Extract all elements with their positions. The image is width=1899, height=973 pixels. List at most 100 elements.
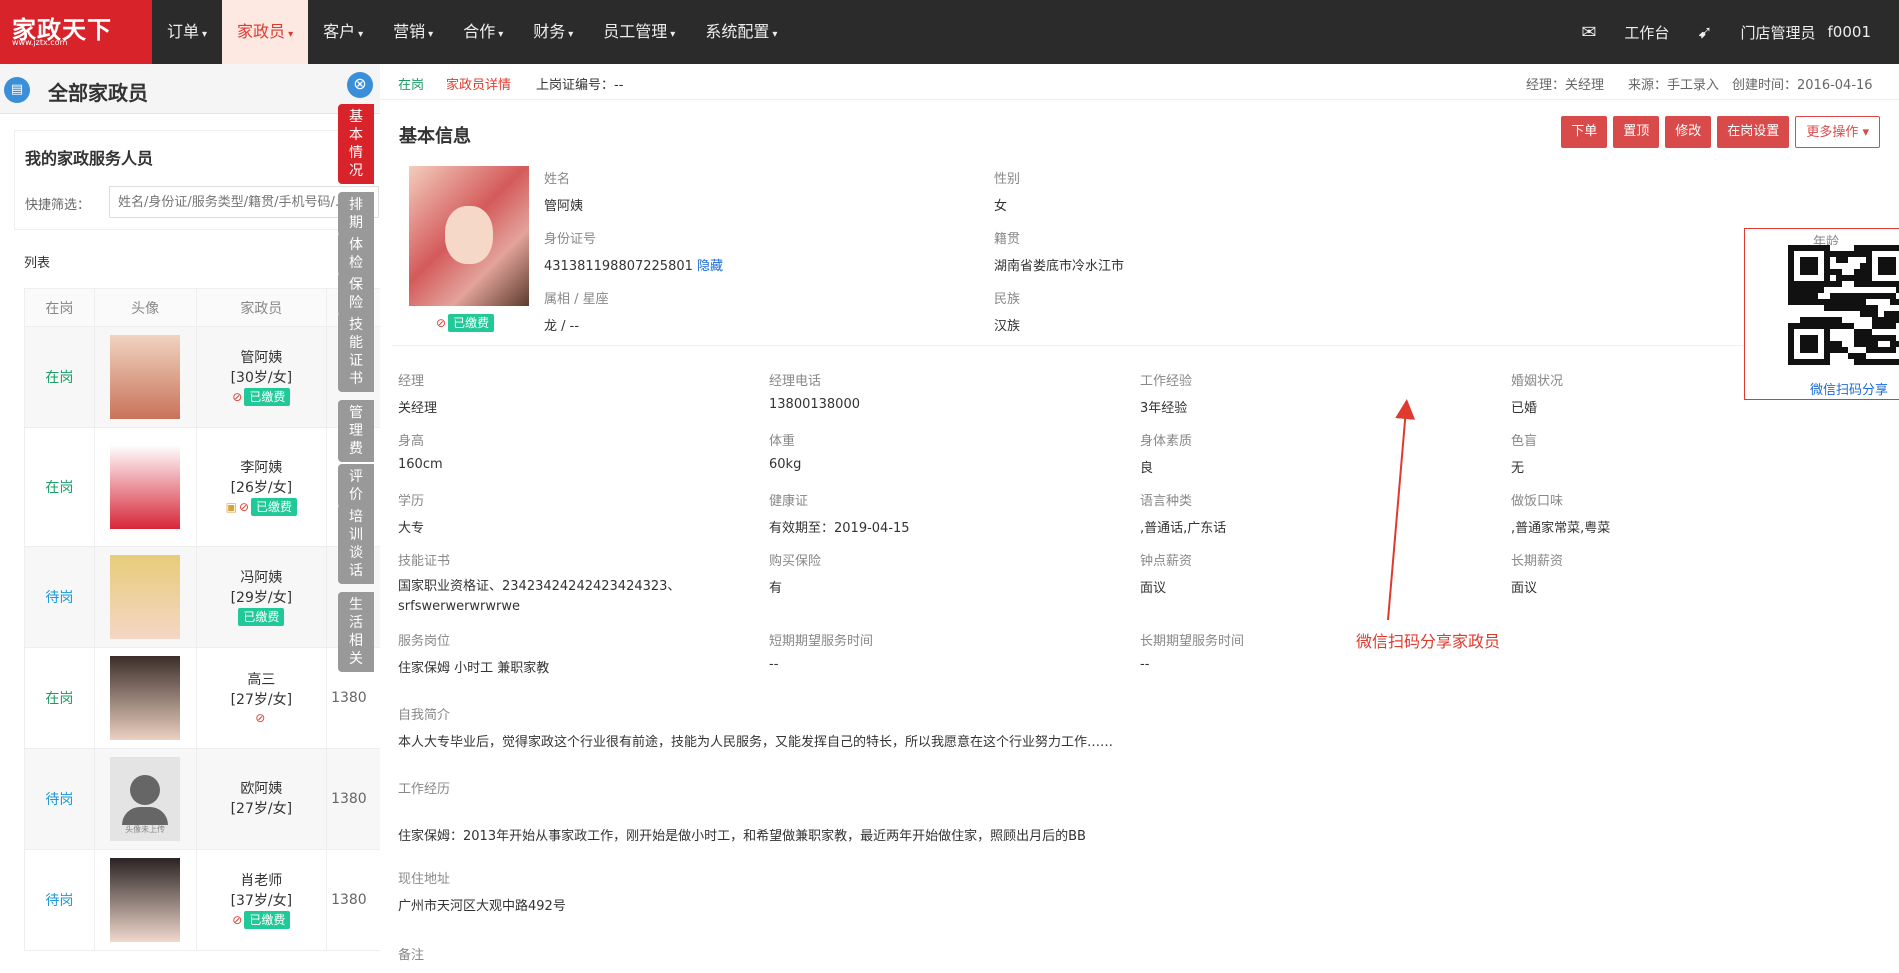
field-long-time: 长期期望服务时间 -- — [1140, 634, 1245, 672]
workbench-link[interactable]: 工作台 — [1624, 22, 1669, 43]
crumb-status[interactable]: 在岗 — [398, 74, 424, 93]
avatar[interactable] — [110, 555, 181, 639]
duty-settings-button[interactable]: 在岗设置 — [1717, 116, 1790, 148]
row-info: [26岁/女] — [230, 480, 293, 496]
close-icon[interactable]: ⊗ — [347, 72, 373, 98]
pin-top-button[interactable]: 置顶 — [1613, 116, 1660, 148]
tab-0[interactable]: 基本情况 — [338, 104, 374, 184]
row-name[interactable]: 肖老师 — [197, 871, 326, 891]
table-header: 在岗 头像 家政员 — [24, 288, 385, 327]
menu-settings[interactable]: 系统配置 ▾ — [690, 0, 792, 64]
tab-6[interactable]: 评价 — [338, 464, 374, 508]
avatar[interactable] — [110, 445, 181, 529]
filter-label: 快捷筛选： — [25, 198, 91, 213]
crumb-detail[interactable]: 家政员详情 — [446, 74, 511, 93]
crumb-manager: 经理：关经理 — [1526, 78, 1605, 93]
row-name[interactable]: 欧阿姨 — [197, 779, 326, 799]
avatar[interactable] — [110, 858, 181, 942]
field-long-salary: 长期薪资 面议 — [1511, 554, 1564, 596]
brand-url: www.jztx.com — [12, 38, 68, 47]
row-name[interactable]: 冯阿姨 — [197, 568, 326, 588]
user-id[interactable]: f0001 — [1828, 23, 1871, 41]
brand-logo[interactable]: 家政天下 www.jztx.com — [0, 0, 152, 64]
tab-4[interactable]: 技能证书 — [338, 312, 374, 392]
avatar[interactable] — [110, 656, 181, 740]
nav-right: ✉ 工作台 ➹ 门店管理员 f0001 — [1581, 0, 1899, 64]
menu-staff[interactable]: 员工管理 ▾ — [588, 0, 690, 64]
tab-1[interactable]: 排期 — [338, 192, 374, 236]
filter-box: 我的家政服务人员 快捷筛选： — [14, 130, 379, 230]
field-colorblind: 色盲无 — [1511, 434, 1538, 476]
avatar-missing-text: 头像未上传 — [125, 825, 166, 834]
table-row[interactable]: 在岗 高三 [27岁/女] ⊘ 1380 — [24, 647, 385, 749]
tab-3[interactable]: 保险 — [338, 272, 374, 316]
action-buttons: 下单 置顶 修改 在岗设置 更多操作 ▾ — [1555, 116, 1880, 148]
row-name[interactable]: 管阿姨 — [197, 348, 326, 368]
tab-2[interactable]: 体检 — [338, 232, 374, 276]
caret-down-icon: ▾ — [498, 29, 504, 40]
edit-button[interactable]: 修改 — [1665, 116, 1712, 148]
tab-7[interactable]: 培训谈话 — [338, 504, 374, 584]
row-info: [27岁/女] — [230, 692, 293, 708]
fee-badge: 已缴费 — [251, 498, 298, 516]
list-label: 列表 — [24, 256, 51, 271]
row-name[interactable]: 高三 — [197, 670, 326, 690]
section-title: 我的家政服务人员 — [25, 149, 154, 168]
qr-code[interactable] — [1788, 245, 1899, 365]
tab-5[interactable]: 管理费 — [338, 400, 374, 462]
field-service-post: 服务岗位 住家保姆 小时工 兼职家教 — [398, 634, 550, 676]
more-actions-button[interactable]: 更多操作 ▾ — [1795, 116, 1880, 148]
section-title: 基本信息 — [399, 126, 471, 147]
wechat-share-link[interactable]: 微信扫码分享 — [1745, 379, 1899, 398]
field-hourly-salary: 钟点薪资 面议 — [1140, 554, 1193, 596]
field-health: 身体素质良 — [1140, 434, 1193, 476]
menu-cooperation[interactable]: 合作 ▾ — [448, 0, 518, 64]
no-entry-icon: ⊘ — [232, 913, 243, 927]
row-name[interactable]: 李阿姨 — [197, 458, 326, 478]
col-status: 在岗 — [24, 288, 95, 327]
caret-down-icon: ▾ — [202, 29, 208, 40]
row-info: [37岁/女] — [230, 893, 293, 909]
user-role[interactable]: 门店管理员 — [1741, 22, 1816, 43]
avatar[interactable] — [110, 335, 181, 419]
field-gender: 性别女 — [994, 172, 1021, 214]
col-name: 家政员 — [195, 288, 328, 327]
no-entry-icon: ⊘ — [238, 500, 250, 514]
mail-icon[interactable]: ✉ — [1581, 22, 1596, 43]
col-avatar: 头像 — [93, 288, 197, 327]
order-button[interactable]: 下单 — [1561, 116, 1608, 148]
qr-share-box[interactable]: 年龄 微信扫码分享 — [1744, 228, 1899, 400]
menu-marketing[interactable]: 营销 ▾ — [378, 0, 448, 64]
table-row[interactable]: 待岗 冯阿姨 [29岁/女] 已缴费 — [24, 546, 385, 648]
page-title: 全部家政员 — [48, 81, 148, 105]
hide-id-link[interactable]: 隐藏 — [697, 259, 723, 274]
no-entry-icon: ⊘ — [436, 316, 447, 330]
table-row[interactable]: 在岗 李阿姨 [26岁/女] ▣ ⊘ 已缴费 — [24, 427, 385, 547]
left-panel: ▤ 全部家政员 我的家政服务人员 快捷筛选： 列表 在岗 头像 家政员 在岗 管… — [0, 64, 385, 973]
caret-down-icon: ▾ — [1862, 125, 1869, 140]
menu-housekeepers[interactable]: 家政员 ▾ — [222, 0, 309, 64]
top-navbar: 家政天下 www.jztx.com 订单 ▾ 家政员 ▾ 客户 ▾ 营销 ▾ 合作 ▾ 财… — [0, 0, 1899, 64]
field-zodiac: 属相 / 星座龙 / -- — [544, 292, 609, 334]
field-insurance: 购买保险有 — [769, 554, 822, 596]
send-icon[interactable]: ➹ — [1697, 22, 1712, 43]
menu-finance[interactable]: 财务 ▾ — [518, 0, 588, 64]
crumb-created: 创建时间：2016-04-16 — [1732, 78, 1873, 93]
field-intro: 自我简介 本人大专毕业后，觉得家政这个行业很有前途，技能为人民服务，又能发挥自己的… — [398, 708, 1114, 750]
row-status: 待岗 — [24, 849, 95, 951]
table-row[interactable]: 待岗 头像未上传 欧阿姨 [27岁/女] 1380 — [24, 748, 385, 850]
profile-photo[interactable] — [409, 166, 529, 306]
housekeeper-table: 在岗 头像 家政员 在岗 管阿姨 [30岁/女] ⊘ 已缴费 在岗 李阿姨 [26岁/女… — [24, 288, 385, 951]
table-row[interactable]: 在岗 管阿姨 [30岁/女] ⊘ 已缴费 — [24, 326, 385, 428]
row-status: 在岗 — [24, 647, 95, 749]
menu-orders[interactable]: 订单 ▾ — [152, 0, 222, 64]
menu-customers[interactable]: 客户 ▾ — [308, 0, 378, 64]
table-row[interactable]: 待岗 肖老师 [37岁/女] ⊘ 已缴费 1380 — [24, 849, 385, 951]
no-entry-icon: ⊘ — [232, 390, 243, 404]
caret-down-icon: ▾ — [772, 29, 778, 40]
field-name: 姓名 管阿姨 — [544, 172, 584, 214]
field-skill-cert: 技能证书 国家职业资格证、23423424242423424323、 srfswer… — [398, 554, 681, 614]
field-notes: 备注 — [398, 948, 425, 963]
tab-8[interactable]: 生活相关 — [338, 592, 374, 672]
avatar-placeholder[interactable]: 头像未上传 — [110, 757, 181, 841]
